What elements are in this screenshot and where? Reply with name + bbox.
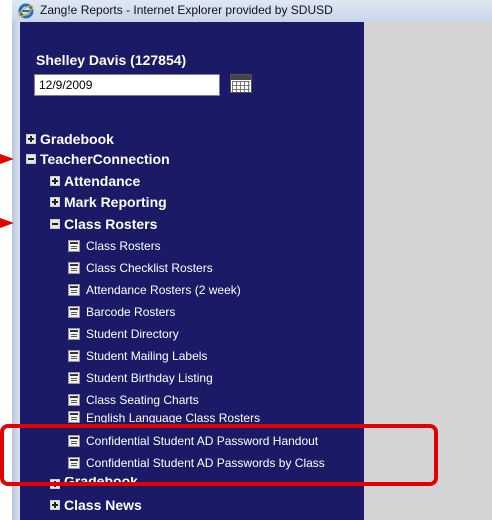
report-icon — [68, 240, 80, 252]
tree-item-class-news[interactable]: Class News — [50, 496, 142, 514]
report-link[interactable]: Class Seating Charts — [68, 392, 199, 408]
report-label: Barcode Rosters — [86, 305, 176, 319]
user-name: Shelley Davis (127854) — [36, 52, 187, 68]
expand-icon[interactable] — [50, 500, 60, 510]
highlight-annotation-box — [0, 424, 438, 486]
tree-item-class-rosters[interactable]: Class Rosters — [50, 215, 157, 233]
expand-icon[interactable] — [50, 197, 60, 207]
calendar-icon[interactable] — [230, 74, 252, 93]
tree-item-label: Attendance — [64, 173, 141, 189]
expand-icon[interactable] — [50, 176, 60, 186]
collapse-icon[interactable] — [26, 154, 36, 164]
report-icon — [68, 350, 80, 362]
collapse-icon[interactable] — [50, 219, 60, 229]
report-label: Attendance Rosters (2 week) — [86, 283, 241, 297]
tree-item-label: Mark Reporting — [64, 194, 167, 210]
report-icon — [68, 411, 80, 423]
report-link[interactable]: Barcode Rosters — [68, 304, 175, 320]
tree-item-label: Class Rosters — [64, 216, 158, 232]
report-label: Class Seating Charts — [86, 393, 199, 407]
report-icon — [68, 262, 80, 274]
report-link[interactable]: Class Rosters — [68, 238, 161, 254]
date-input[interactable] — [34, 74, 220, 96]
tree-item-label: TeacherConnection — [40, 151, 170, 167]
report-icon — [68, 306, 80, 318]
window-title: Zang!e Reports - Internet Explorer provi… — [40, 3, 333, 17]
tree-item-mark-reporting[interactable]: Mark Reporting — [50, 193, 167, 211]
report-link[interactable]: Attendance Rosters (2 week) — [68, 282, 241, 298]
report-icon — [68, 394, 80, 406]
report-label: Student Directory — [86, 327, 179, 341]
expand-icon[interactable] — [26, 134, 36, 144]
report-link[interactable]: English Language Class Rosters — [68, 411, 260, 423]
tree-item-label: Class News — [64, 497, 142, 513]
report-label: Student Birthday Listing — [86, 371, 213, 385]
report-link[interactable]: Class Checklist Rosters — [68, 260, 213, 276]
internet-explorer-icon — [18, 3, 34, 19]
tree-item-attendance[interactable]: Attendance — [50, 172, 140, 190]
tree-item-label: Gradebook — [40, 131, 114, 147]
report-label: Student Mailing Labels — [86, 349, 208, 363]
window-titlebar: Zang!e Reports - Internet Explorer provi… — [12, 0, 492, 23]
report-label: English Language Class Rosters — [86, 411, 261, 423]
report-icon — [68, 284, 80, 296]
arrow-annotation-icon — [0, 218, 14, 228]
report-link[interactable]: Student Mailing Labels — [68, 348, 207, 364]
report-icon — [68, 372, 80, 384]
tree-item-teacherconnection[interactable]: TeacherConnection — [26, 150, 170, 168]
report-link[interactable]: Student Birthday Listing — [68, 370, 213, 386]
arrow-annotation-icon — [0, 154, 14, 164]
report-link[interactable]: Student Directory — [68, 326, 179, 342]
tree-item-gradebook[interactable]: Gradebook — [26, 130, 114, 148]
report-label: Class Checklist Rosters — [86, 261, 213, 275]
report-icon — [68, 328, 80, 340]
report-label: Class Rosters — [86, 239, 161, 253]
